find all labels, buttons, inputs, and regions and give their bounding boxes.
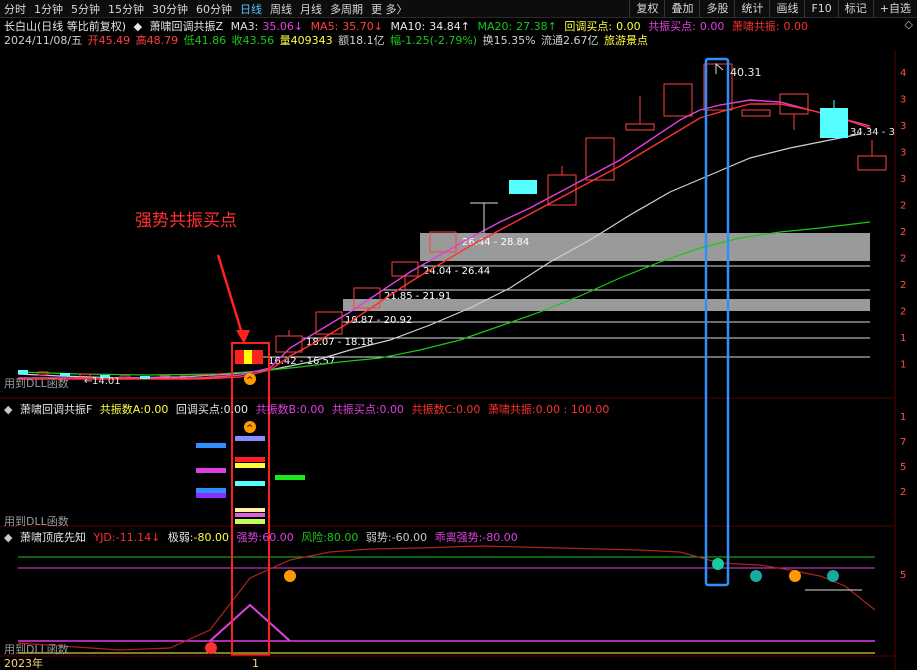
rightAxisMain-tick-8: 2	[900, 280, 906, 291]
rightAxisMain-tick-5: 2	[900, 201, 906, 212]
rightAxisP2-tick-2: 5	[900, 462, 906, 473]
p3-bottom-signal-icon	[205, 642, 217, 654]
rightAxisMain-tick-4: 3	[900, 174, 906, 185]
rightAxisMain-tick-7: 2	[900, 254, 906, 265]
rising-candles	[235, 63, 887, 364]
rightAxisMain-tick-0: 4	[900, 68, 906, 79]
zone-label-4: 19.87 - 20.92	[345, 315, 412, 326]
p3-yjd-value: -11.14↓	[115, 531, 161, 544]
p3-signal-5-icon	[827, 570, 839, 582]
annotation-label: 强势共振买点	[135, 211, 237, 231]
axis-year: 2023年	[4, 656, 43, 670]
annotation-arrowhead-icon	[236, 330, 250, 344]
p3-strong-label: 强势:	[236, 531, 263, 544]
rightAxisMain-tick-10: 1	[900, 333, 906, 344]
rightAxisMain-tick-2: 3	[900, 121, 906, 132]
p2-a-label: 共振数A:	[99, 403, 144, 416]
peak-marker-icon	[715, 62, 724, 74]
p3-yjd-label: YJD:	[93, 531, 116, 544]
annotation-red-box	[231, 342, 270, 656]
right-axis-main: 4 3 3 3 3 2 2 2 2 2 1 1	[900, 68, 906, 371]
p3-signal-3-icon	[712, 558, 724, 570]
p3-weak-value: -80.00	[193, 531, 229, 544]
rightAxisP2-tick-0: 1	[900, 412, 906, 423]
p3-weak2-label: 弱势:	[365, 531, 392, 544]
p2-b-value: 0.00	[299, 403, 325, 416]
p3-risk-label: 风险:	[301, 531, 327, 544]
p2-buy-value: 0.00	[379, 403, 405, 416]
main-kline-chart[interactable]: 26.44 - 28.84 24.04 - 26.44 21.85 - 21.9…	[0, 0, 917, 670]
right-axis-p2: 1752	[900, 412, 906, 498]
p3-weak2-value: -60.00	[391, 531, 428, 544]
p2-c-value: 0.00	[455, 403, 481, 416]
p2-c-label: 共振数C:	[411, 403, 456, 416]
rightAxisP2-tick-1: 7	[900, 437, 906, 448]
peak-price-label: 40.31	[730, 66, 762, 79]
rightAxisMain-tick-9: 2	[900, 307, 906, 318]
right-price-label: 34.34 - 3	[850, 127, 895, 138]
p3-signal-1-icon	[284, 570, 296, 582]
p3-signal-4-icon	[750, 570, 762, 582]
low-price-label: 14.01	[92, 376, 121, 387]
low-arrow-icon: ←	[84, 376, 92, 387]
p2-pullback-value: 0.00	[223, 403, 249, 416]
p3-weak-label: 极弱:	[167, 531, 194, 544]
p3-strong-value: 60.00	[262, 531, 294, 544]
panel2-name[interactable]: 萧啸回调共振F	[20, 403, 92, 416]
rightAxisMain-tick-1: 3	[900, 95, 906, 106]
rightAxisP2-tick-3: 2	[900, 487, 906, 498]
p2-res-label: 萧啸共振:	[487, 403, 536, 416]
p3-away-value: -80.00	[482, 531, 518, 544]
panel3-header: ◆ 萧啸顶底先知 YJD:-11.14↓ 极弱:-80.00 强势:60.00 …	[4, 529, 522, 545]
rightAxisP3-tick-0: 5	[900, 570, 906, 581]
dll-label-1: 用到DLL函数	[4, 377, 69, 390]
p2-signal-caret: ^	[246, 424, 254, 434]
zone-label-1: 26.44 - 28.84	[462, 237, 529, 248]
p3-away-label: 乖离强势:	[434, 531, 483, 544]
p3-triangle	[209, 603, 291, 642]
dll-label-3: 用到DLL函数	[4, 643, 69, 656]
panel2-settings-icon[interactable]: ◆	[4, 403, 12, 416]
panel3-settings-icon[interactable]: ◆	[4, 531, 12, 544]
axis-tick: 1	[252, 657, 259, 670]
dll-label-2: 用到DLL函数	[4, 515, 69, 528]
p2-b-label: 共振数B:	[255, 403, 300, 416]
buy-signal-caret: ^	[246, 376, 254, 386]
p3-yjd-line	[17, 545, 876, 651]
p2-buy-label: 共振买点:	[331, 403, 380, 416]
p2-a-value: 0.00	[143, 403, 169, 416]
p3-risk-value: 80.00	[326, 531, 359, 544]
right-axis-p3: 5	[900, 570, 906, 581]
rightAxisMain-tick-3: 3	[900, 148, 906, 159]
annotation-arrow	[216, 254, 246, 341]
p3-signal-2-icon	[789, 570, 801, 582]
panel2-signal-bars	[196, 436, 305, 524]
rightAxisMain-tick-11: 1	[900, 360, 906, 371]
rightAxisMain-tick-6: 2	[900, 227, 906, 238]
panel2-header: ◆ 萧啸回调共振F 共振数A:0.00 回调买点:0.00 共振数B:0.00 …	[4, 401, 613, 417]
p2-pullback-label: 回调买点:	[175, 403, 224, 416]
p2-res-value: 0.00 : 100.00	[535, 403, 610, 416]
panel3-name[interactable]: 萧啸顶底先知	[20, 531, 86, 544]
